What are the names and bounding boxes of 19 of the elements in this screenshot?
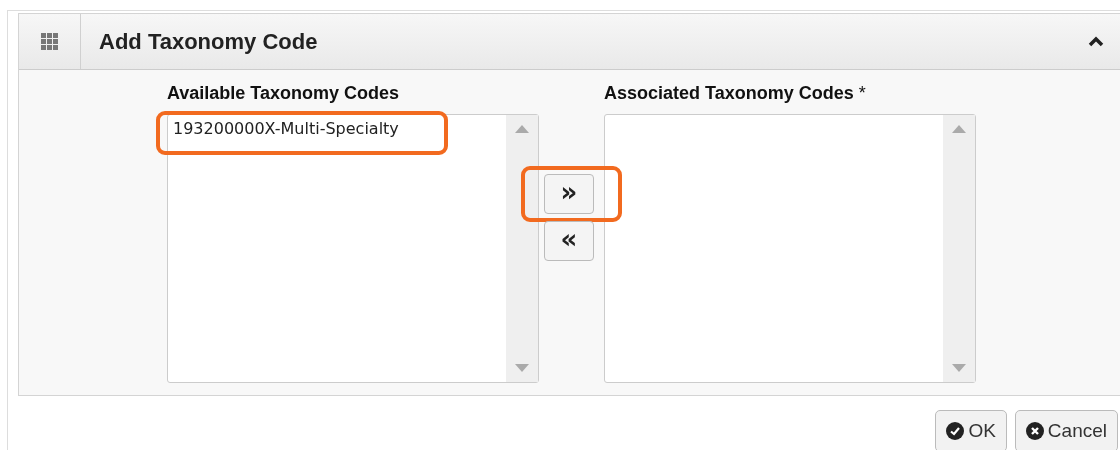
move-button[interactable]: « — [544, 221, 594, 261]
move-button[interactable]: » — [544, 174, 594, 214]
list-option[interactable]: 193200000X-Multi-Specialty — [173, 119, 399, 138]
scroll-up-icon[interactable] — [515, 125, 529, 133]
ok-button[interactable]: OK — [935, 410, 1007, 450]
scroll-down-icon[interactable] — [515, 364, 529, 372]
check-circle-icon — [946, 422, 965, 440]
list-box[interactable] — [604, 114, 976, 383]
scrollbar[interactable] — [943, 115, 975, 382]
panel-title: Add Taxonomy Code — [99, 28, 319, 55]
list-label: Associated Taxonomy Codes * — [604, 82, 867, 105]
scroll-up-icon[interactable] — [952, 125, 966, 133]
collapse-icon[interactable] — [1088, 35, 1104, 47]
cancel-button[interactable]: Cancel — [1014, 410, 1118, 450]
grid-icon[interactable] — [41, 33, 58, 50]
scrollbar[interactable] — [506, 115, 538, 382]
scroll-down-icon[interactable] — [952, 364, 966, 372]
cancel-circle-icon — [1025, 422, 1044, 440]
list-label: Available Taxonomy Codes — [167, 82, 401, 105]
